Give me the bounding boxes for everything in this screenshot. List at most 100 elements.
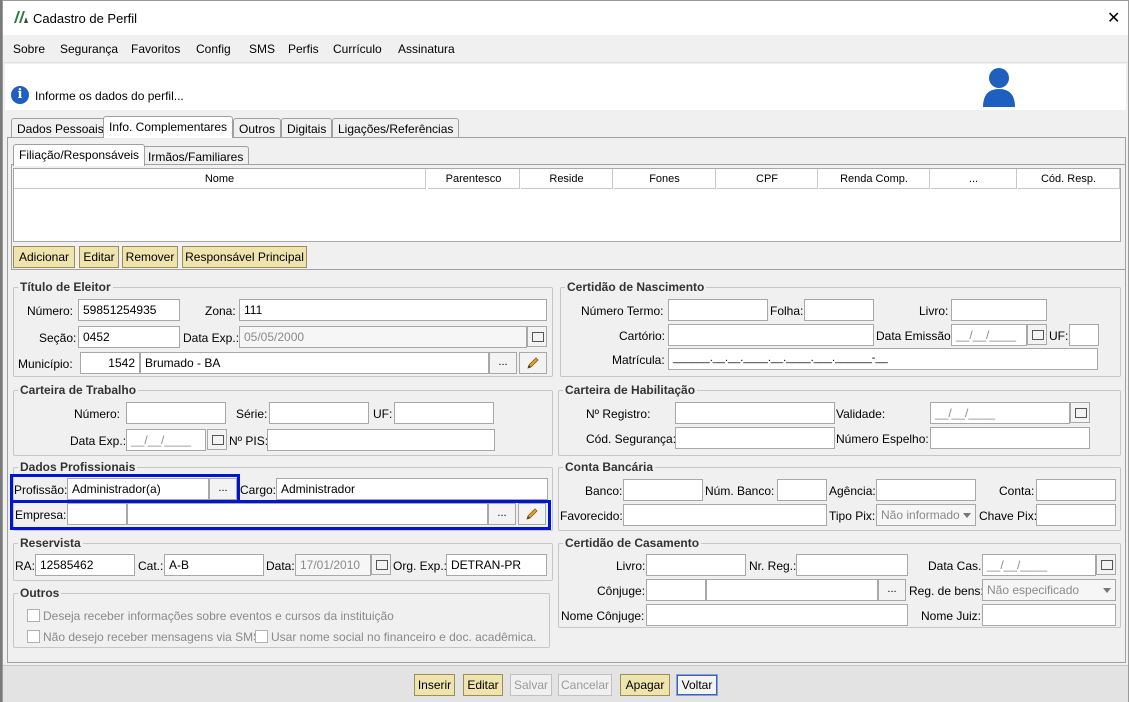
inserir-button[interactable]: Inserir — [414, 674, 455, 696]
menu-curriculo[interactable]: Currículo — [333, 42, 382, 56]
subtab-irmaos[interactable]: Irmãos/Familiares — [142, 146, 250, 166]
cat-input[interactable]: A-B — [164, 554, 264, 576]
tipo-pix-select[interactable]: Não informado — [876, 504, 976, 526]
reg-bens-select[interactable]: Não especificado — [982, 579, 1116, 601]
apagar-button[interactable]: Apagar — [620, 674, 670, 696]
nome-juiz-input[interactable] — [982, 604, 1116, 626]
numero-termo-input[interactable] — [668, 299, 768, 321]
menu-favoritos[interactable]: Favoritos — [131, 42, 180, 56]
espelho-input[interactable] — [930, 427, 1090, 449]
cas-livro-input[interactable] — [646, 554, 746, 576]
uf-nascimento-label: UF: — [1049, 329, 1069, 343]
banco-input[interactable] — [623, 479, 703, 501]
municipio-code-input[interactable]: 1542 — [80, 352, 140, 374]
reg-bens-value: Não especificado — [987, 583, 1080, 597]
data-emissao-calendar-icon[interactable] — [1027, 324, 1047, 345]
tab-info-complementares[interactable]: Info. Complementares — [103, 116, 234, 138]
cartorio-input[interactable] — [668, 324, 874, 346]
validade-calendar-icon[interactable] — [1070, 402, 1090, 423]
sms-checkbox[interactable] — [27, 630, 40, 643]
col-nome[interactable]: Nome — [14, 169, 426, 189]
col-reside[interactable]: Reside — [521, 169, 613, 189]
reservista-calendar-icon[interactable] — [371, 554, 391, 575]
tab-ligacoes[interactable]: Ligações/Referências — [332, 118, 460, 138]
nome-conjuge-input[interactable] — [646, 604, 908, 626]
data-cas-input[interactable]: __/__/____ — [982, 554, 1096, 576]
cargo-input[interactable]: Administrador — [276, 478, 548, 500]
folha-input[interactable] — [804, 299, 874, 321]
chave-pix-input[interactable] — [1036, 504, 1116, 526]
titulo-numero-input[interactable]: 59851254935 — [78, 299, 180, 321]
livro-input[interactable] — [951, 299, 1047, 321]
reservista-data-input[interactable]: 17/01/2010 — [295, 554, 371, 576]
salvar-button[interactable]: Salvar — [510, 674, 552, 696]
tab-outros[interactable]: Outros — [233, 118, 282, 138]
editar-grid-button[interactable]: Editar — [79, 246, 119, 268]
col-fones[interactable]: Fones — [614, 169, 716, 189]
agencia-input[interactable] — [876, 479, 976, 501]
ct-calendar-icon[interactable] — [207, 429, 227, 450]
municipio-edit-icon[interactable] — [519, 352, 547, 374]
matricula-input[interactable]: ______.__.__.____.__.____.___.______-__ — [668, 348, 1098, 370]
col-cpf[interactable]: CPF — [717, 169, 818, 189]
ct-numero-input[interactable] — [126, 402, 226, 424]
validade-input[interactable]: __/__/____ — [930, 402, 1070, 424]
conta-input[interactable] — [1036, 479, 1116, 501]
espelho-label: Número Espelho: — [836, 432, 929, 446]
footer-bar: Inserir Editar Salvar Cancelar Apagar Vo… — [3, 665, 1128, 702]
app-logo-icon — [13, 10, 29, 24]
responsavel-principal-button[interactable]: Responsável Principal — [182, 246, 307, 268]
zona-input[interactable]: 111 — [239, 299, 547, 321]
conjuge-search-button[interactable]: ... — [878, 579, 906, 601]
voltar-button[interactable]: Voltar — [676, 674, 718, 696]
pis-input[interactable] — [267, 429, 495, 451]
menu-sms[interactable]: SMS — [249, 42, 275, 56]
menu-assinatura[interactable]: Assinatura — [398, 42, 455, 56]
ra-input[interactable]: 12585462 — [35, 554, 135, 576]
favorecido-input[interactable] — [623, 504, 827, 526]
menu-seguranca[interactable]: Segurança — [60, 42, 118, 56]
menu-sobre[interactable]: Sobre — [13, 42, 45, 56]
municipio-input[interactable]: Brumado - BA — [140, 352, 489, 374]
org-exp-input[interactable]: DETRAN-PR — [446, 554, 547, 576]
data-cas-label: Data Cas.: — [928, 559, 985, 573]
responsaveis-grid[interactable]: Nome Parentesco Reside Fones CPF Renda C… — [13, 168, 1121, 242]
col-renda[interactable]: Renda Comp. — [819, 169, 930, 189]
ct-data-exp-input[interactable]: __/__/____ — [126, 429, 206, 451]
tab-digitais[interactable]: Digitais — [281, 118, 333, 138]
menu-config[interactable]: Config — [196, 42, 231, 56]
eventos-checkbox[interactable] — [27, 609, 40, 622]
col-parentesco[interactable]: Parentesco — [428, 169, 520, 189]
nome-social-checkbox[interactable] — [255, 630, 268, 643]
conjuge-input[interactable] — [706, 579, 878, 601]
editar-button[interactable]: Editar — [463, 674, 503, 696]
pis-label: Nº PIS: — [229, 434, 269, 448]
adicionar-button[interactable]: Adicionar — [13, 246, 75, 268]
secao-input[interactable]: 0452 — [78, 326, 180, 348]
nr-reg-input[interactable] — [796, 554, 908, 576]
col-ellipsis[interactable]: ... — [931, 169, 1017, 189]
menu-perfis[interactable]: Perfis — [288, 42, 319, 56]
cancelar-button[interactable]: Cancelar — [558, 674, 612, 696]
seguranca-input[interactable] — [675, 427, 835, 449]
validade-label: Validade: — [836, 407, 886, 421]
user-avatar-icon — [981, 67, 1017, 107]
remover-button[interactable]: Remover — [122, 246, 178, 268]
uf-nascimento-input[interactable] — [1069, 324, 1099, 346]
col-cod-resp[interactable]: Cód. Resp. — [1018, 169, 1120, 189]
ct-uf-input[interactable] — [394, 402, 494, 424]
data-cas-calendar-icon[interactable] — [1096, 554, 1116, 575]
registro-input[interactable] — [675, 402, 835, 424]
conjuge-code-input[interactable] — [646, 579, 706, 601]
titulo-data-exp-input[interactable]: 05/05/2000 — [239, 326, 527, 348]
num-banco-input[interactable] — [777, 479, 827, 501]
data-emissao-input[interactable]: __/__/____ — [951, 324, 1027, 346]
municipio-search-button[interactable]: ... — [489, 352, 517, 374]
subtab-filiacao[interactable]: Filiação/Responsáveis — [13, 144, 146, 166]
main-window: Cadastro de Perfil ✕ Sobre Segurança Fav… — [2, 0, 1129, 702]
serie-input[interactable] — [269, 402, 369, 424]
close-icon[interactable]: ✕ — [1107, 8, 1120, 28]
tab-dados-pessoais[interactable]: Dados Pessoais — [11, 118, 110, 138]
titulo-calendar-icon[interactable] — [527, 326, 547, 347]
favorecido-label: Favorecido: — [560, 509, 623, 523]
